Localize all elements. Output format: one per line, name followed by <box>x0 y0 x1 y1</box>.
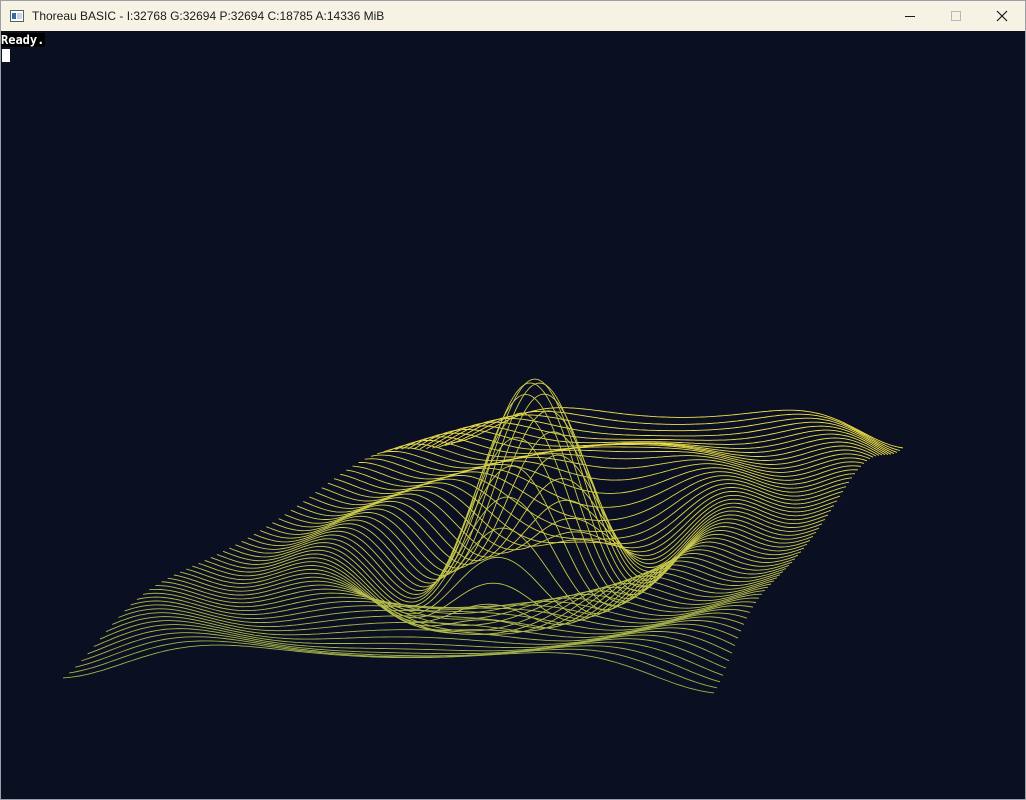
console-canvas[interactable]: Ready. <box>1 31 1025 799</box>
app-window: Thoreau BASIC - I:32768 G:32694 P:32694 … <box>0 0 1026 800</box>
maximize-button[interactable] <box>933 1 979 31</box>
window-title: Thoreau BASIC - I:32768 G:32694 P:32694 … <box>32 9 385 23</box>
mesh-line <box>364 458 862 481</box>
minimize-button[interactable] <box>887 1 933 31</box>
mesh-line <box>167 577 766 632</box>
title-bar[interactable]: Thoreau BASIC - I:32768 G:32694 P:32694 … <box>1 1 1025 31</box>
mesh-line <box>358 461 859 494</box>
mesh-line <box>278 410 820 576</box>
mesh-line <box>247 393 805 596</box>
window-controls <box>887 1 1025 31</box>
close-button[interactable] <box>979 1 1025 31</box>
maximize-icon <box>951 11 961 21</box>
mesh-line <box>296 478 829 565</box>
block-cursor <box>2 49 10 62</box>
status-text: Ready. <box>1 33 46 47</box>
mesh-line <box>401 436 880 457</box>
mesh-line <box>272 393 817 580</box>
close-icon <box>996 10 1008 22</box>
wireframe-surface-plot <box>62 378 904 694</box>
console-window-icon[interactable] <box>10 10 24 22</box>
mesh-line <box>87 628 727 669</box>
minimize-icon <box>905 16 915 17</box>
